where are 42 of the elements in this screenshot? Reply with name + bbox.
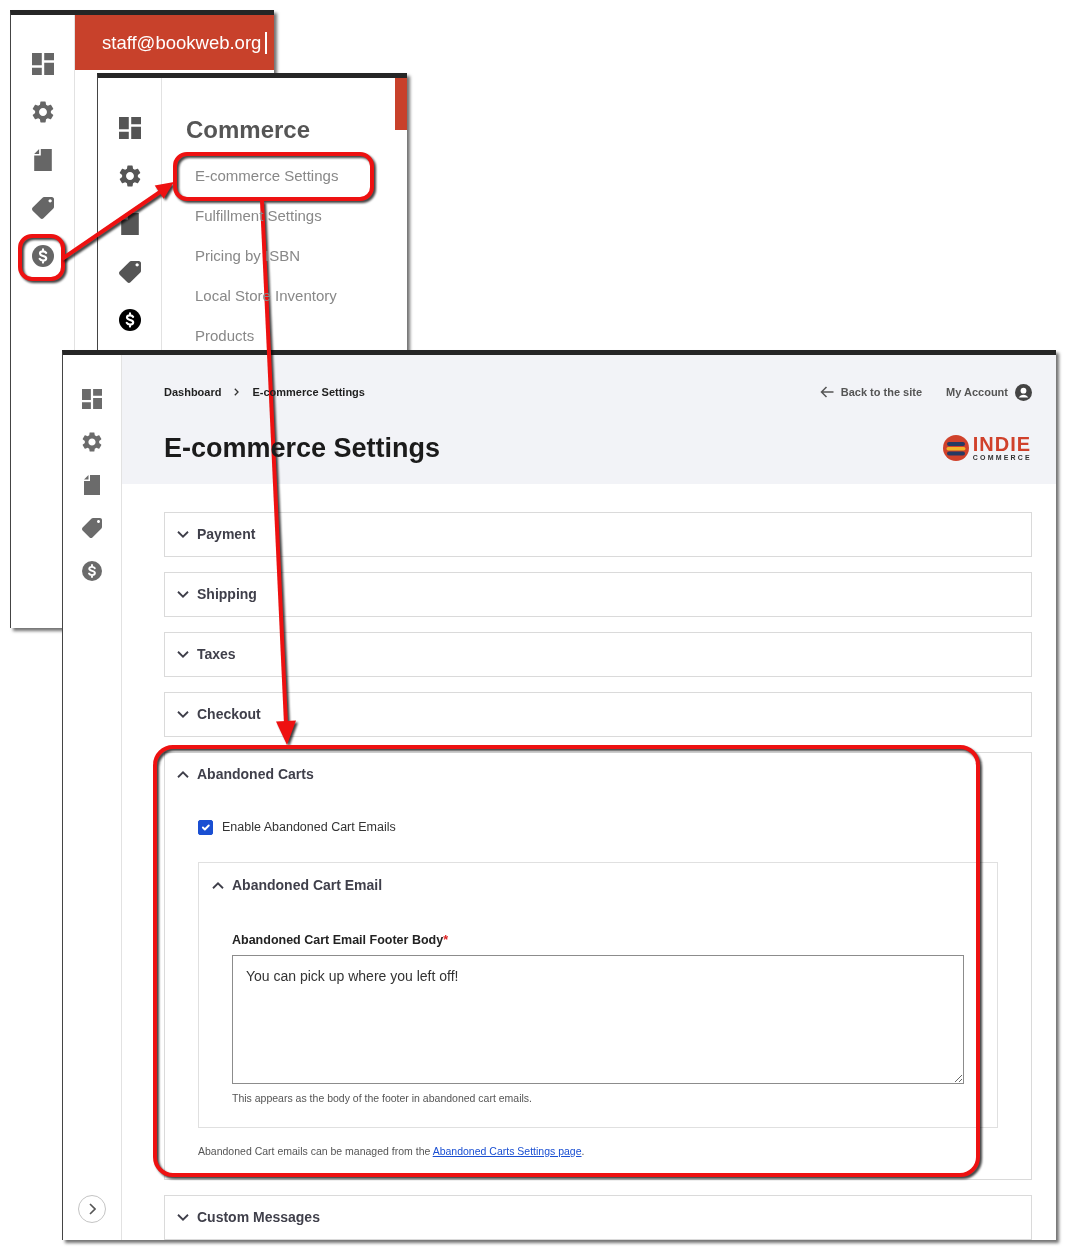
help-note: Abandoned Cart emails can be managed from the Abandoned Carts Settings page. (198, 1144, 586, 1158)
dashboard-icon[interactable] (82, 389, 102, 409)
chevron-right-icon (88, 1203, 96, 1215)
header-bar (395, 78, 407, 130)
menu-item[interactable]: Products (195, 327, 255, 345)
chevron-right-icon (234, 388, 240, 396)
tag-icon[interactable] (31, 197, 54, 219)
accordion-header[interactable]: Shipping (165, 573, 1031, 617)
footer-body-textarea[interactable]: You can pick up where you left off! (232, 955, 964, 1084)
breadcrumb-link[interactable]: Dashboard (164, 383, 222, 401)
expand-sidebar-button[interactable] (78, 1195, 106, 1223)
dollar-icon[interactable] (118, 309, 141, 331)
dashboard-icon[interactable] (118, 117, 141, 139)
menu-heading: Commerce (186, 115, 312, 145)
user-icon (1015, 383, 1032, 401)
accordion-header[interactable]: Checkout (165, 693, 1031, 737)
field-label: Abandoned Cart Email Footer Body (232, 933, 444, 947)
checkbox-label: Enable Abandoned Cart Emails (222, 819, 396, 837)
accordion-header[interactable]: Abandoned Cart Email (199, 863, 997, 908)
settings-icon[interactable] (118, 165, 141, 187)
required-mark: * (443, 933, 448, 947)
enable-checkbox[interactable] (198, 820, 213, 836)
arrow-left-icon (819, 386, 834, 398)
menu-item[interactable]: E-commerce Settings (195, 167, 339, 185)
document-icon[interactable] (118, 213, 141, 235)
account-link[interactable]: My Account (946, 383, 1032, 401)
accordion-header[interactable]: Taxes (165, 633, 1031, 677)
dashboard-icon[interactable] (31, 53, 54, 75)
tag-icon[interactable] (118, 261, 141, 283)
logo-icon (942, 435, 969, 461)
accordion-header[interactable]: Abandoned Carts (165, 753, 1031, 797)
logo-text: INDIE (972, 434, 1032, 453)
highlight-frame (18, 234, 65, 281)
user-email: staff@bookweb.org (102, 30, 262, 55)
settings-icon[interactable] (31, 101, 54, 123)
settings-icon[interactable] (82, 432, 102, 452)
accordion-header[interactable]: Payment (165, 513, 1031, 557)
settings-link[interactable]: Abandoned Carts Settings page (432, 1145, 582, 1157)
help-text: This appears as the body of the footer in abandoned cart emails. (232, 1091, 534, 1105)
tag-icon[interactable] (82, 518, 102, 538)
back-link[interactable]: Back to the site (819, 383, 923, 401)
accordion-header[interactable]: Custom Messages (165, 1196, 1031, 1239)
